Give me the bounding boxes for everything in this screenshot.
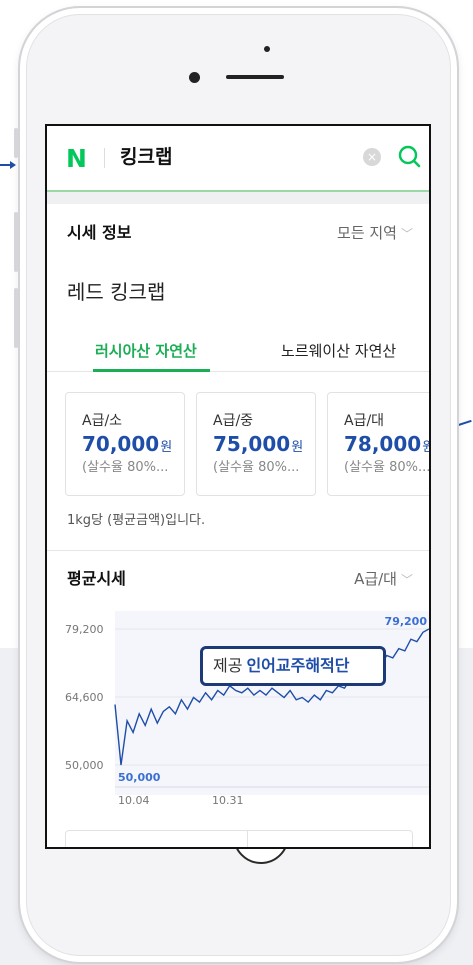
- card-price-value: 78,000: [344, 432, 422, 456]
- chevron-down-icon: ﹀: [400, 573, 413, 587]
- earpiece-speaker: [226, 75, 284, 79]
- card-price: 78,000원: [344, 431, 429, 461]
- card-price-value: 70,000: [82, 432, 160, 456]
- y-tick-label: 79,200: [65, 623, 104, 636]
- card-price-unit: 원: [291, 440, 304, 455]
- price-card-medium[interactable]: A급/중 75,000원 (살수율 80%...: [196, 392, 316, 496]
- region-select[interactable]: 모든 지역 ﹀: [337, 222, 413, 245]
- avg-price-title: 평균시세: [67, 569, 126, 588]
- avg-price-chart: 79,200 64,600 50,000 79,200 50,000 10.04 10.31: [65, 611, 429, 807]
- card-price-unit: 원: [160, 440, 173, 455]
- card-price: 75,000원: [213, 431, 303, 461]
- credit-source: 인어교주해적단: [246, 656, 350, 675]
- card-grade: A급/대: [344, 413, 385, 429]
- search-icon[interactable]: [397, 144, 423, 170]
- card-price-value: 75,000: [213, 432, 291, 456]
- price-card-small[interactable]: A급/소 70,000원 (살수율 80%...: [65, 392, 185, 496]
- y-tick-label: 64,600: [65, 691, 104, 704]
- chevron-down-icon: ﹀: [400, 227, 413, 241]
- y-tick-label: 50,000: [65, 759, 104, 772]
- tab-norway-wild[interactable]: 노르웨이산 자연산: [281, 340, 396, 362]
- mute-switch: [14, 128, 18, 158]
- clear-icon[interactable]: ×: [363, 148, 381, 166]
- product-name: 레드 킹크랩: [67, 280, 166, 304]
- card-price-unit: 원: [422, 440, 429, 455]
- price-info-title: 시세 정보: [67, 223, 132, 242]
- card-note: (살수율 80%...: [82, 460, 169, 475]
- phone-screen: N 킹크랩 × 시세 정보 모든 지역 ﹀ 레드 킹크랩 러시아산 자연산 노르웨…: [45, 124, 431, 849]
- search-query[interactable]: 킹크랩: [120, 144, 172, 170]
- next-card: [65, 830, 413, 847]
- section-divider: [47, 550, 429, 551]
- volume-up-button: [14, 212, 18, 272]
- card-grade: A급/중: [213, 413, 254, 429]
- chart-max-label: 79,200: [385, 615, 428, 628]
- credit-prefix: 제공: [213, 656, 243, 675]
- card-note: (살수율 80%...: [213, 460, 300, 475]
- tab-russia-wild[interactable]: 러시아산 자연산: [95, 340, 197, 362]
- price-card-large[interactable]: A급/대 78,000원 (살수율 80%...: [327, 392, 431, 496]
- front-sensor: [264, 46, 270, 52]
- chart-min-label: 50,000: [118, 771, 161, 784]
- grade-label: A급/대: [354, 570, 397, 588]
- unit-note: 1kg당 (평균금액)입니다.: [67, 513, 206, 528]
- chart-plot-area: [115, 611, 429, 795]
- card-note: (살수율 80%...: [344, 460, 431, 475]
- grade-select[interactable]: A급/대 ﹀: [354, 568, 413, 591]
- region-label: 모든 지역: [337, 224, 397, 242]
- card-grade: A급/소: [82, 413, 123, 429]
- search-header: N 킹크랩 ×: [47, 126, 429, 192]
- front-camera: [189, 72, 200, 83]
- volume-down-button: [14, 288, 18, 348]
- x-tick-label: 10.31: [212, 794, 244, 807]
- card-price: 70,000원: [82, 431, 172, 461]
- next-card-divider: [247, 830, 248, 847]
- header-divider: [104, 148, 105, 168]
- source-credit: 제공 인어교주해적단: [200, 646, 386, 686]
- section-gap: [47, 192, 429, 204]
- x-tick-label: 10.04: [118, 794, 150, 807]
- active-tab-indicator: [93, 369, 210, 372]
- naver-logo[interactable]: N: [66, 146, 87, 171]
- annotation-arrowhead-left: [10, 161, 16, 169]
